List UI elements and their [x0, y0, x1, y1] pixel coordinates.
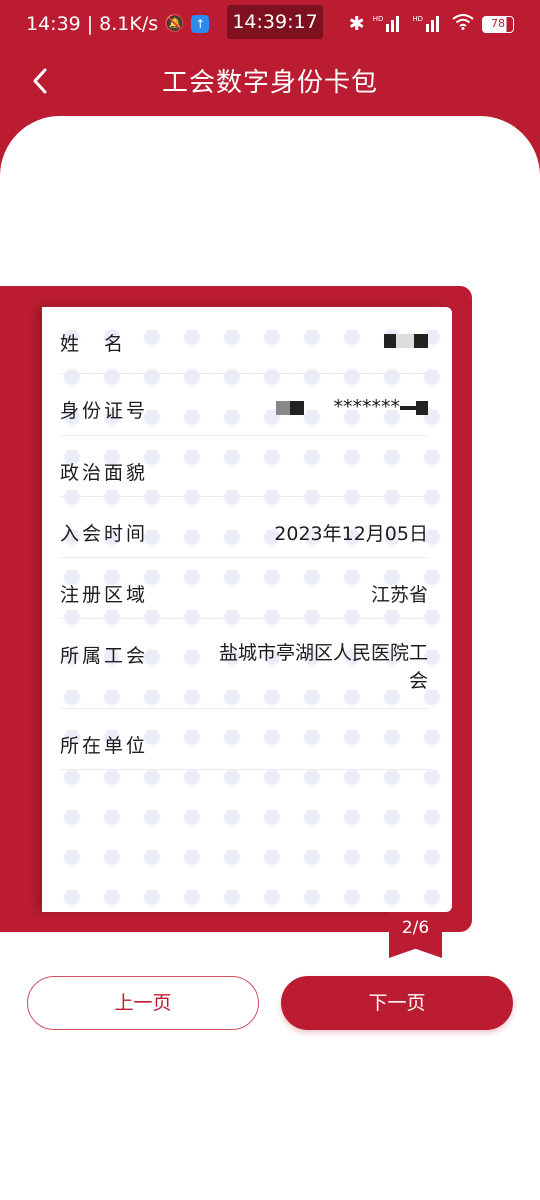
status-left: 14:39 | 8.1K/s 🔕 ↑: [26, 13, 210, 35]
row-value: 江苏省: [370, 584, 428, 606]
status-bar: 14:39 | 8.1K/s 🔕 ↑ 14:39:17 ✱ HD HD 78: [0, 0, 540, 52]
battery-icon: 78: [482, 15, 514, 33]
row-value-masked: [384, 329, 428, 351]
previous-page-button[interactable]: 上一页: [27, 976, 259, 1030]
row-label: 姓 名: [60, 333, 127, 355]
row-value: 盐城市亭湖区人民医院工会: [218, 642, 428, 692]
next-page-button[interactable]: 下一页: [281, 976, 513, 1030]
status-clock: 14:39:17: [227, 5, 323, 39]
row-value: *******: [248, 396, 428, 418]
row-label: 政治面貌: [60, 462, 149, 484]
row-label: 入会时间: [60, 523, 149, 545]
row-label: 所在单位: [60, 735, 149, 757]
signal-2-icon: HD: [412, 16, 444, 32]
row-value: 2023年12月05日: [274, 523, 428, 545]
row-name: 姓 名: [60, 307, 428, 374]
id-masked-text: *******: [333, 396, 401, 418]
row-id-number: 身份证号 *******: [60, 374, 428, 436]
wifi-icon: [452, 13, 474, 35]
status-time: 14:39: [26, 13, 81, 35]
row-region: 注册区域 江苏省: [60, 558, 428, 619]
row-work-unit: 所在单位: [60, 709, 428, 770]
row-join-date: 入会时间 2023年12月05日: [60, 497, 428, 558]
row-political-status: 政治面貌: [60, 436, 428, 497]
signal-1-icon: HD: [373, 16, 405, 32]
row-label: 注册区域: [60, 584, 149, 606]
navigation-bar: 工会数字身份卡包: [0, 52, 540, 108]
status-right: ✱ HD HD 78: [349, 13, 514, 35]
row-label: 身份证号: [60, 400, 149, 422]
row-label: 所属工会: [60, 645, 149, 667]
page-indicator: 2/6: [401, 918, 430, 938]
row-union: 所属工会 盐城市亭湖区人民医院工会: [60, 619, 428, 709]
identity-card[interactable]: 姓 名 身份证号 ******* 政治面貌 入会时间 2023年12月05日 注…: [42, 307, 452, 912]
page-title: 工会数字身份卡包: [161, 68, 378, 98]
bell-muted-icon: 🔕: [164, 14, 186, 34]
network-speed: 8.1K/s: [99, 13, 159, 35]
bluetooth-icon: ✱: [348, 13, 365, 35]
status-separator: |: [86, 13, 94, 35]
upload-app-icon: ↑: [191, 15, 210, 33]
